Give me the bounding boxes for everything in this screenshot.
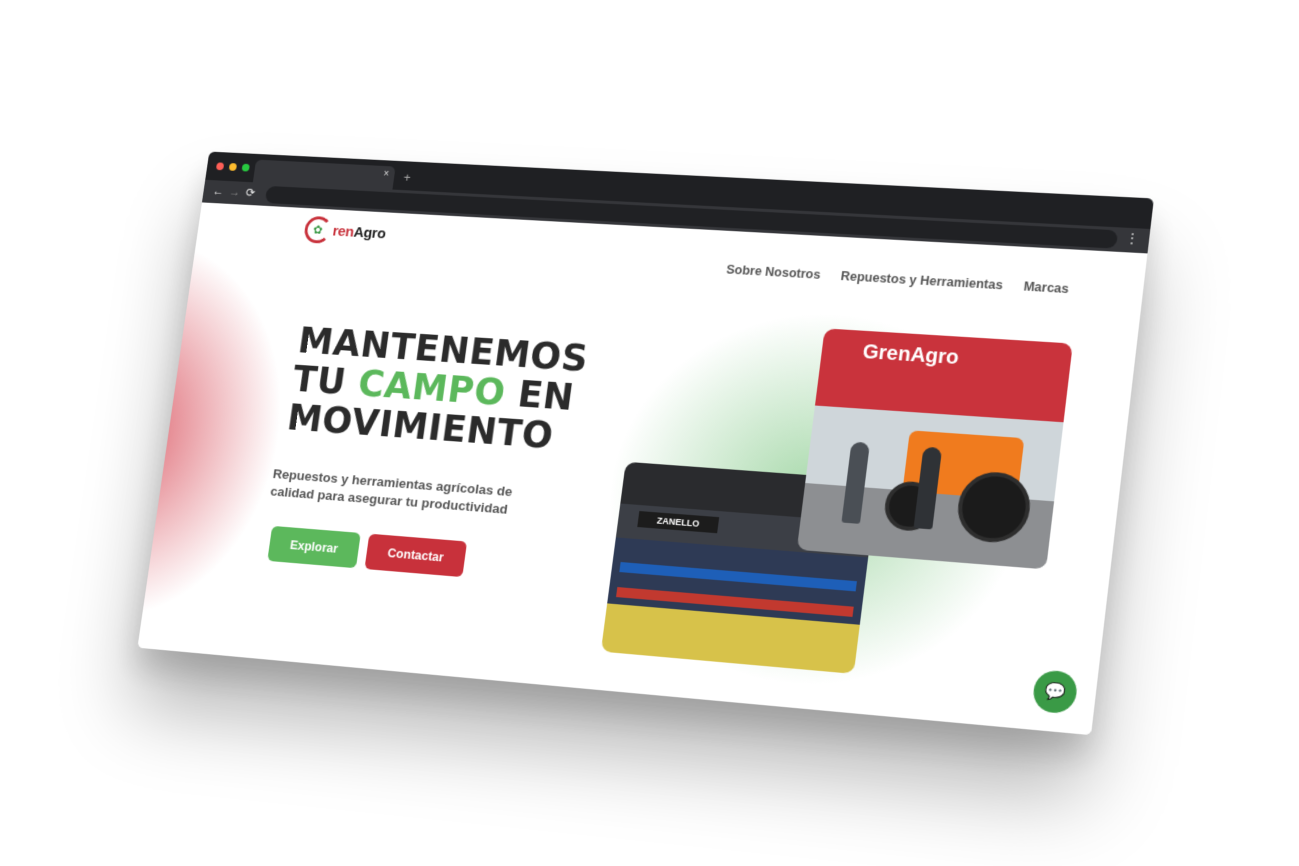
webpage: ✿ renAgro Sobre Nosotros Repuestos y Her… xyxy=(137,202,1147,735)
nav-marcas[interactable]: Marcas xyxy=(1023,279,1070,296)
red-glow-decoration xyxy=(137,234,307,633)
leaf-logo-icon: ✿ xyxy=(303,216,333,244)
forward-icon[interactable]: → xyxy=(228,185,241,199)
hero-subtitle: Repuestos y herramientas agrícolas de ca… xyxy=(269,465,551,522)
window-controls xyxy=(216,162,250,171)
logo-suffix: Agro xyxy=(353,224,387,242)
contact-button[interactable]: Contactar xyxy=(364,534,467,577)
back-icon[interactable]: ← xyxy=(212,184,225,198)
chat-button[interactable]: 💬 xyxy=(1031,669,1079,714)
browser-menu-icon[interactable]: ⋮ xyxy=(1125,231,1139,246)
main-nav: Sobre Nosotros Repuestos y Herramientas … xyxy=(725,263,1069,297)
minimize-window-icon[interactable] xyxy=(229,163,237,171)
shelf-decoration xyxy=(619,562,857,591)
zanello-sign: ZANELLO xyxy=(637,511,719,533)
storefront-sign: GrenAgro xyxy=(861,341,960,370)
maximize-window-icon[interactable] xyxy=(242,164,250,172)
hero-title: MANTENEMOS TU CAMPO EN MOVIMIENTO xyxy=(285,321,591,458)
site-logo[interactable]: ✿ renAgro xyxy=(303,216,387,247)
new-tab-icon[interactable]: + xyxy=(403,170,412,185)
tab-close-icon[interactable]: × xyxy=(383,169,390,180)
nav-repuestos-herramientas[interactable]: Repuestos y Herramientas xyxy=(840,269,1004,292)
storefront-tractor-photo: GrenAgro xyxy=(797,328,1073,569)
explore-button[interactable]: Explorar xyxy=(267,526,361,568)
logo-prefix: ren xyxy=(332,223,355,240)
reload-icon[interactable]: ⟳ xyxy=(245,186,256,200)
nav-sobre-nosotros[interactable]: Sobre Nosotros xyxy=(725,263,821,282)
shelf-decoration xyxy=(616,587,854,617)
browser-window: × + ← → ⟳ ⋮ ✿ renAgro Sobre Nosotros Rep… xyxy=(137,152,1154,736)
scene: × + ← → ⟳ ⋮ ✿ renAgro Sobre Nosotros Rep… xyxy=(0,0,1299,866)
close-window-icon[interactable] xyxy=(216,162,224,170)
chat-bubble-icon: 💬 xyxy=(1043,680,1067,703)
person-figure xyxy=(841,442,870,524)
